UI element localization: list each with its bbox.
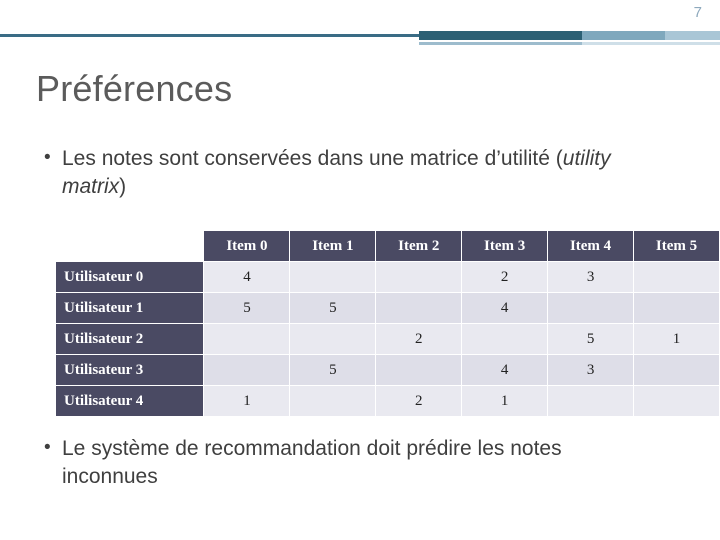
- matrix-row-header-0: Utilisateur 0: [54, 261, 205, 293]
- matrix-cell-1-2: [375, 292, 463, 324]
- matrix-col-header-5: Item 5: [633, 230, 720, 262]
- matrix-cell-2-3: [461, 323, 549, 355]
- matrix-col-header-3: Item 3: [461, 230, 549, 262]
- slide-number: 7: [693, 4, 702, 21]
- matrix-cell-0-4: 3: [547, 261, 635, 293]
- utility-matrix-table: Item 0 Item 1 Item 2 Item 3 Item 4 Item …: [54, 230, 720, 417]
- matrix-cell-1-1: 5: [289, 292, 377, 324]
- bullet-marker: •: [44, 437, 51, 458]
- bullet-text-2: Le système de recommandation doit prédir…: [62, 437, 562, 489]
- matrix-cell-2-0: [203, 323, 291, 355]
- matrix-cell-0-2: [375, 261, 463, 293]
- decorative-bar-right: [582, 31, 665, 40]
- decorative-bar-under-right: [582, 42, 720, 45]
- matrix-cell-4-1: [289, 385, 377, 417]
- bullet-marker: •: [44, 147, 51, 168]
- decorative-bar-left: [0, 34, 419, 37]
- matrix-cell-0-3: 2: [461, 261, 549, 293]
- matrix-cell-4-2: 2: [375, 385, 463, 417]
- matrix-col-header-2: Item 2: [375, 230, 463, 262]
- bullet-text-1: Les notes sont conservées dans une matri…: [62, 145, 662, 202]
- matrix-cell-3-3: 4: [461, 354, 549, 386]
- decorative-bar-under-mid: [419, 42, 582, 45]
- matrix-header: Item 0 Item 1 Item 2 Item 3 Item 4 Item …: [55, 230, 720, 262]
- matrix-cell-2-2: 2: [375, 323, 463, 355]
- bullet-item-2: • Le système de recommandation doit préd…: [44, 435, 684, 492]
- table-row: Utilisateur 2 2 5 1: [54, 323, 720, 355]
- table-row: Utilisateur 1 5 5 4: [54, 292, 720, 324]
- matrix-cell-1-4: [547, 292, 635, 324]
- matrix-cell-3-1: 5: [289, 354, 377, 386]
- matrix-corner-cell: [55, 230, 204, 262]
- matrix-cell-4-0: 1: [203, 385, 291, 417]
- matrix-cell-1-3: 4: [461, 292, 549, 324]
- matrix-col-header-4: Item 4: [547, 230, 635, 262]
- matrix-cell-0-5: [633, 261, 720, 293]
- matrix-cell-2-5: 1: [633, 323, 720, 355]
- utility-matrix: Item 0 Item 1 Item 2 Item 3 Item 4 Item …: [54, 230, 720, 417]
- table-row: Utilisateur 3 5 4 3: [54, 354, 720, 386]
- bullet-item-1: • Les notes sont conservées dans une mat…: [44, 145, 664, 202]
- decorative-bar-far-right: [665, 31, 720, 40]
- matrix-cell-4-3: 1: [461, 385, 549, 417]
- matrix-row-header-2: Utilisateur 2: [54, 323, 205, 355]
- matrix-cell-3-2: [375, 354, 463, 386]
- bullet-text-1-part-3: ): [119, 175, 127, 199]
- page-title: Préférences: [36, 68, 233, 109]
- table-row: Utilisateur 4 1 2 1: [54, 385, 720, 417]
- matrix-cell-0-1: [289, 261, 377, 293]
- matrix-cell-3-0: [203, 354, 291, 386]
- table-row: Utilisateur 0 4 2 3: [54, 261, 720, 293]
- matrix-cell-2-4: 5: [547, 323, 635, 355]
- matrix-cell-4-4: [547, 385, 635, 417]
- bullet-text-1-part-1: Les notes sont conservées dans une matri…: [62, 147, 563, 170]
- matrix-body: Utilisateur 0 4 2 3 Utilisateur 1 5 5 4 …: [54, 261, 720, 417]
- matrix-col-header-0: Item 0: [203, 230, 291, 262]
- matrix-cell-0-0: 4: [203, 261, 291, 293]
- matrix-row-header-1: Utilisateur 1: [54, 292, 205, 324]
- matrix-cell-3-5: [633, 354, 720, 386]
- matrix-row-header-4: Utilisateur 4: [54, 385, 205, 417]
- matrix-row-header-3: Utilisateur 3: [54, 354, 205, 386]
- matrix-cell-1-5: [633, 292, 720, 324]
- matrix-cell-3-4: 3: [547, 354, 635, 386]
- matrix-header-row: Item 0 Item 1 Item 2 Item 3 Item 4 Item …: [55, 230, 720, 262]
- matrix-cell-4-5: [633, 385, 720, 417]
- matrix-cell-1-0: 5: [203, 292, 291, 324]
- decorative-bar-mid: [419, 31, 582, 40]
- matrix-cell-2-1: [289, 323, 377, 355]
- matrix-col-header-1: Item 1: [289, 230, 377, 262]
